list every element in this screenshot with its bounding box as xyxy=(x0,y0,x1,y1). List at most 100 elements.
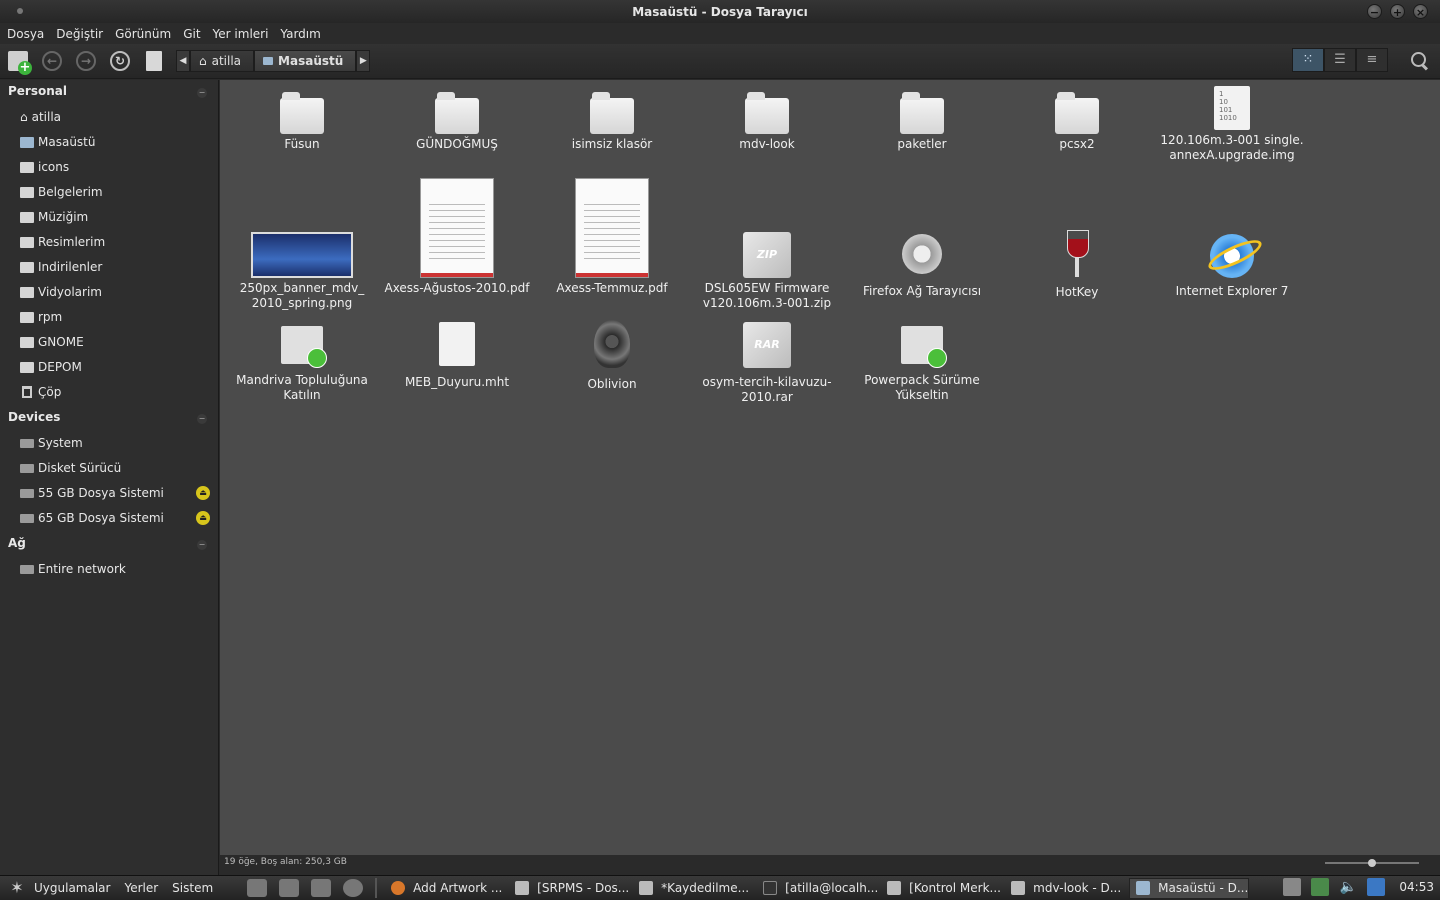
folder-icon xyxy=(20,161,34,173)
menu-degistir[interactable]: Değiştir xyxy=(56,27,103,41)
volume-icon[interactable]: 🔈 xyxy=(1339,878,1357,896)
window-titlebar[interactable]: Masaüstü - Dosya Tarayıcı − + × xyxy=(0,0,1440,23)
sidebar-item-downloads[interactable]: Indirilenler xyxy=(20,256,210,278)
menu-gorunum[interactable]: Görünüm xyxy=(115,27,171,41)
launcher-monitor-icon[interactable] xyxy=(279,879,300,897)
compact-view-button[interactable]: ≡ xyxy=(1356,48,1388,72)
list-view-button[interactable]: ☰ xyxy=(1324,48,1356,72)
collapse-personal-icon[interactable]: − xyxy=(197,88,207,98)
task-mdv-look[interactable]: mdv-look - D... xyxy=(1005,878,1125,899)
launcher-notes-icon[interactable] xyxy=(311,879,332,897)
eject-icon[interactable]: ⏏ xyxy=(196,511,210,525)
menu-git[interactable]: Git xyxy=(183,27,200,41)
file-item-hotkey[interactable]: HotKey xyxy=(1002,230,1152,300)
file-item-powerpack[interactable]: Powerpack Sürüme Yükseltin xyxy=(847,326,997,403)
minimize-button[interactable]: − xyxy=(1367,4,1382,19)
location-toggle-button[interactable] xyxy=(142,50,166,72)
menu-yer-imleri[interactable]: Yer imleri xyxy=(213,27,269,41)
icon-view-button[interactable]: ⁙ xyxy=(1292,48,1324,72)
task-add-artwork[interactable]: Add Artwork ... xyxy=(385,878,505,899)
crumb-home[interactable]: ⌂ atilla xyxy=(190,50,255,72)
sidebar-item-desktop[interactable]: Masaüstü xyxy=(20,131,210,153)
task-terminal[interactable]: [atilla@localh... xyxy=(757,878,877,899)
crumb-current[interactable]: Masaüstü xyxy=(254,50,357,72)
main-menu-star-icon[interactable]: ✶ xyxy=(8,879,26,897)
icon-view[interactable]: Füsun GÜNDOĞMUŞ isimsiz klasör mdv-look … xyxy=(220,80,1440,855)
file-item-pcsx2[interactable]: pcsx2 xyxy=(1002,92,1152,152)
crumb-home-label: atilla xyxy=(211,54,242,68)
file-item-axess-agustos[interactable]: Axess-Ağustos-2010.pdf xyxy=(382,178,532,296)
search-icon[interactable] xyxy=(1410,51,1430,71)
task-masaustu[interactable]: Masaüstü - D... xyxy=(1129,877,1250,899)
sidebar-item-depom[interactable]: DEPOM xyxy=(20,356,210,378)
task-srpms[interactable]: [SRPMS - Dos... xyxy=(509,878,629,899)
sidebar-item-music[interactable]: Müziğim xyxy=(20,206,210,228)
file-item-firefox[interactable]: Firefox Ağ Tarayıcısı xyxy=(847,234,997,299)
file-item-axess-temmuz[interactable]: Axess-Temmuz.pdf xyxy=(537,178,687,296)
pdf-thumbnail xyxy=(575,178,649,278)
reload-button[interactable]: ↻ xyxy=(108,50,132,72)
collapse-network-icon[interactable]: − xyxy=(197,540,207,550)
network-icon xyxy=(20,564,34,574)
network-status-icon[interactable] xyxy=(1311,878,1330,896)
file-item-dsl-firmware-zip[interactable]: ZIP DSL605EW Firmware v120.106m.3-001.zip xyxy=(692,232,842,311)
window-menu-icon[interactable] xyxy=(17,8,23,14)
sidebar-item-icons[interactable]: icons xyxy=(20,156,210,178)
folder-icon xyxy=(1011,881,1026,895)
sidebar-item-system[interactable]: System xyxy=(20,432,210,454)
sidebar-item-entire-network[interactable]: Entire network xyxy=(20,558,210,580)
panel-menu-places[interactable]: Yerler xyxy=(124,881,158,895)
file-item-mdv-look[interactable]: mdv-look xyxy=(692,92,842,152)
oblivion-icon xyxy=(594,320,630,368)
clock[interactable]: 04:53 xyxy=(1399,880,1434,894)
file-item-oblivion[interactable]: Oblivion xyxy=(537,320,687,392)
file-item-gundogmus[interactable]: GÜNDOĞMUŞ xyxy=(382,92,532,152)
display-icon[interactable] xyxy=(1367,878,1386,896)
sidebar-item-home[interactable]: ⌂ atilla xyxy=(20,106,210,128)
panel-menu-applications[interactable]: Uygulamalar xyxy=(34,881,110,895)
file-item-internet-explorer[interactable]: Internet Explorer 7 xyxy=(1157,234,1307,299)
back-button[interactable]: ← xyxy=(40,50,64,72)
updates-icon[interactable] xyxy=(1283,878,1302,896)
path-right-arrow[interactable]: ▶ xyxy=(356,50,371,72)
desktop-icon xyxy=(263,57,274,65)
new-tab-button[interactable] xyxy=(6,50,32,75)
path-bar: ◀ ⌂ atilla Masaüstü ▶ xyxy=(176,50,371,72)
file-item-fusun[interactable]: Füsun xyxy=(227,92,377,152)
forward-button[interactable]: → xyxy=(74,50,98,72)
maximize-button[interactable]: + xyxy=(1390,4,1405,19)
sidebar-item-floppy[interactable]: Disket Sürücü xyxy=(20,457,210,479)
sidebar-item-pictures[interactable]: Resimlerim xyxy=(20,231,210,253)
sidebar-item-volume-65gb[interactable]: 65 GB Dosya Sistemi ⏏ xyxy=(20,507,210,529)
file-label: MEB_Duyuru.mht xyxy=(404,375,510,389)
task-kontrol-merkezi[interactable]: [Kontrol Merk... xyxy=(881,878,1001,899)
path-left-arrow[interactable]: ◀ xyxy=(176,50,190,72)
sidebar-item-gnome[interactable]: GNOME xyxy=(20,331,210,353)
task-kaydedilme[interactable]: *Kaydedilme... xyxy=(633,878,753,899)
menu-dosya[interactable]: Dosya xyxy=(7,27,44,41)
eject-icon[interactable]: ⏏ xyxy=(196,486,210,500)
file-item-banner-png[interactable]: 250px_banner_mdv_ 2010_spring.png xyxy=(227,232,377,311)
sidebar-item-rpm[interactable]: rpm xyxy=(20,306,210,328)
back-arrow-icon: ← xyxy=(42,51,62,71)
sidebar-item-documents[interactable]: Belgelerim xyxy=(20,181,210,203)
file-item-osym-rar[interactable]: RAR osym-tercih-kilavuzu- 2010.rar xyxy=(692,322,842,405)
file-item-mandriva-community[interactable]: Mandriva Topluluğuna Katılın xyxy=(227,326,377,403)
panel-menu-system[interactable]: Sistem xyxy=(172,881,213,895)
menu-yardim[interactable]: Yardım xyxy=(280,27,320,41)
sidebar-item-label: Entire network xyxy=(38,562,126,576)
sidebar-item-videos[interactable]: Vidyolarim xyxy=(20,281,210,303)
launcher-firefox-icon[interactable] xyxy=(343,879,364,897)
file-label: paketler xyxy=(897,137,947,151)
file-item-upgrade-img[interactable]: 1 10 101 1010 120.106m.3-001 single. anne… xyxy=(1157,86,1307,163)
file-item-meb-duyuru[interactable]: MEB_Duyuru.mht xyxy=(382,322,532,390)
sidebar-item-trash[interactable]: Çöp xyxy=(20,381,210,403)
file-item-paketler[interactable]: paketler xyxy=(847,92,997,152)
zoom-slider[interactable] xyxy=(1325,859,1419,867)
file-item-isimsiz-klasor[interactable]: isimsiz klasör xyxy=(537,92,687,152)
sidebar-item-volume-55gb[interactable]: 55 GB Dosya Sistemi ⏏ xyxy=(20,482,210,504)
menubar: Dosya Değiştir Görünüm Git Yer imleri Ya… xyxy=(0,23,1440,44)
launcher-desktop-icon[interactable] xyxy=(247,879,268,897)
collapse-devices-icon[interactable]: − xyxy=(197,414,207,424)
close-button[interactable]: × xyxy=(1413,4,1428,19)
